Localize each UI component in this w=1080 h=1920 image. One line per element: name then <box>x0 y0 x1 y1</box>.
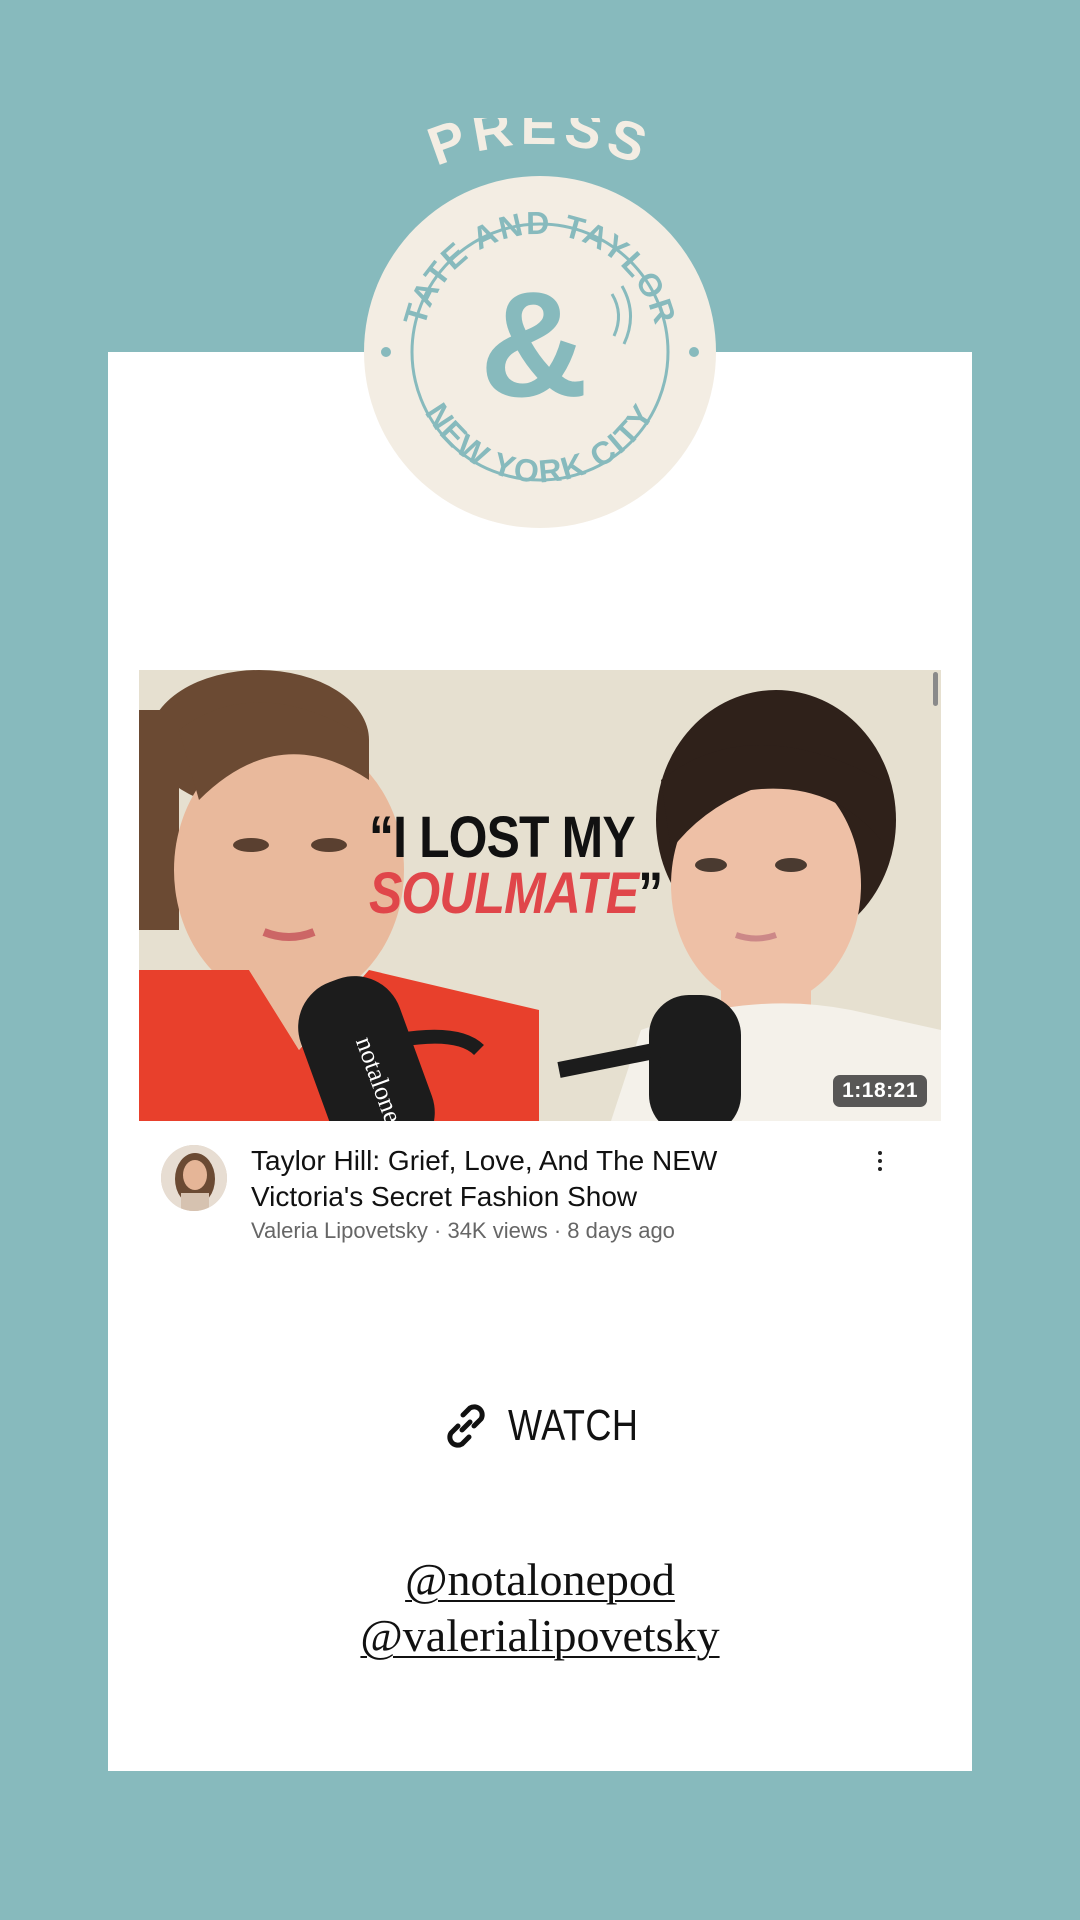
ampersand-glyph: & <box>480 260 588 428</box>
social-handles: @notalonepod @valerialipovetsky <box>0 1552 1080 1664</box>
video-thumbnail[interactable]: notalone “I LOST MY SOULMATE” 1:18:21 <box>139 670 941 1121</box>
svg-text:PRESS: PRESS <box>420 118 659 177</box>
video-meta: Valeria Lipovetsky · 34K views · 8 days … <box>251 1218 675 1243</box>
video-duration: 1:18:21 <box>833 1075 927 1107</box>
video-title[interactable]: Taylor Hill: Grief, Love, And The NEW Vi… <box>251 1143 811 1215</box>
handle-notalonepod[interactable]: @notalonepod <box>0 1552 1080 1608</box>
tate-and-taylor-badge: TATE AND TAYLOR NEW YORK CITY & <box>364 176 716 528</box>
thumbnail-quote-line2: SOULMATE” <box>369 861 663 926</box>
scrollbar[interactable] <box>933 672 938 706</box>
link-icon <box>447 1404 485 1448</box>
avatar-image <box>161 1145 227 1211</box>
watch-link[interactable]: WATCH <box>438 1396 667 1456</box>
watch-label: WATCH <box>508 1401 639 1450</box>
press-text: PRESS <box>420 118 653 177</box>
handle-valerialipovetsky[interactable]: @valerialipovetsky <box>0 1608 1080 1664</box>
more-options-icon[interactable] <box>872 1147 888 1175</box>
channel-avatar[interactable] <box>161 1145 227 1211</box>
